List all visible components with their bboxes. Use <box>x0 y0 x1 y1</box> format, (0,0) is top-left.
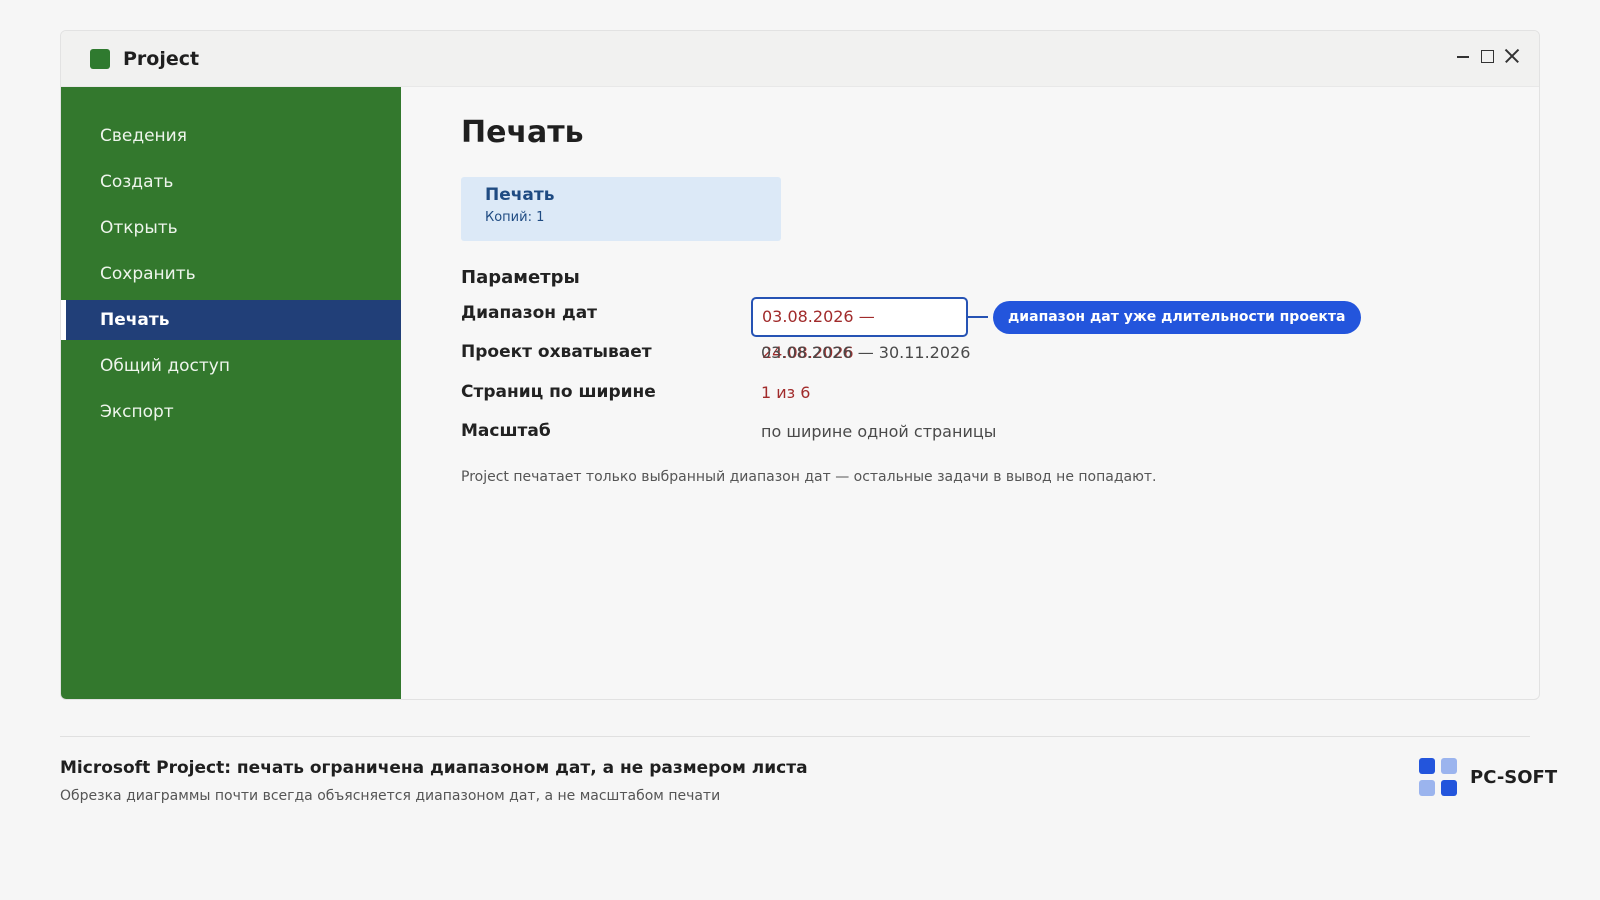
sidebar-item-print[interactable]: Печать <box>61 300 401 340</box>
project-span-value: 03.08.2026 — 30.11.2026 <box>761 343 971 362</box>
project-app-icon <box>90 49 110 69</box>
print-button[interactable]: Печать Копий: 1 <box>461 177 781 241</box>
print-note: Project печатает только выбранный диапаз… <box>461 469 1157 485</box>
backstage-sidebar: Сведения Создать Открыть Сохранить Печат… <box>61 87 401 699</box>
app-window: Project Сведения Создать Открыть Сохрани… <box>60 30 1540 700</box>
footer-subtitle: Обрезка диаграммы почти всегда объясняет… <box>60 788 721 804</box>
scale-value: по ширине одной страницы <box>761 422 997 441</box>
copies-count: Копий: 1 <box>485 210 545 225</box>
sidebar-item-save[interactable]: Сохранить <box>61 251 401 297</box>
brand-name: PC-SOFT <box>1470 767 1558 788</box>
callout-connector <box>968 316 988 318</box>
pages-wide-value: 1 из 6 <box>761 383 811 402</box>
close-icon[interactable] <box>1503 48 1519 64</box>
title-bar: Project <box>61 31 1539 87</box>
parameters-heading: Параметры <box>461 267 580 288</box>
print-button-label: Печать <box>485 185 555 205</box>
footer-divider <box>60 736 1530 737</box>
date-range-label: Диапазон дат <box>461 303 598 323</box>
date-range-field[interactable]: 03.08.2026 — 24.08.2026 <box>751 297 968 362</box>
sidebar-item-export[interactable]: Экспорт <box>61 389 401 435</box>
project-span-label: Проект охватывает <box>461 342 652 362</box>
scale-label: Масштаб <box>461 421 551 441</box>
minimize-icon[interactable] <box>1455 48 1471 64</box>
sidebar-item-open[interactable]: Открыть <box>61 205 401 251</box>
brand-logo-icon <box>1419 758 1459 798</box>
sidebar-item-share[interactable]: Общий доступ <box>61 343 401 389</box>
pages-wide-label: Страниц по ширине <box>461 382 656 402</box>
footer-title: Microsoft Project: печать ограничена диа… <box>60 758 808 778</box>
sidebar-item-info[interactable]: Сведения <box>61 113 401 159</box>
print-panel: Печать Печать Копий: 1 Параметры Диапазо… <box>401 87 1539 699</box>
warning-callout: диапазон дат уже длительности проекта <box>993 301 1361 334</box>
page-title: Печать <box>461 115 584 150</box>
window-controls <box>1455 48 1519 64</box>
window-title: Project <box>123 48 200 70</box>
sidebar-item-new[interactable]: Создать <box>61 159 401 205</box>
maximize-icon[interactable] <box>1479 48 1495 64</box>
